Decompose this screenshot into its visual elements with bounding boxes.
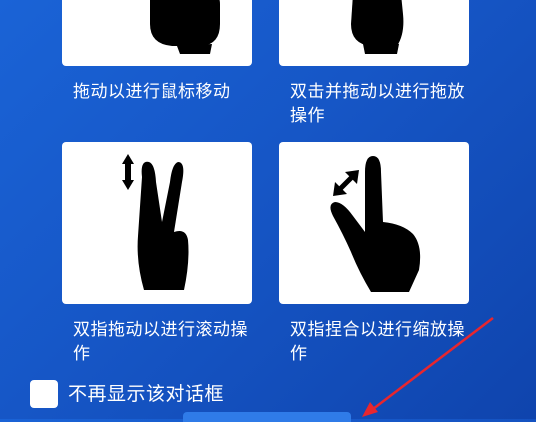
gesture-card-drag (62, 0, 252, 66)
confirm-button[interactable] (183, 412, 351, 422)
pinch-zoom-icon (330, 156, 421, 292)
dont-show-again-checkbox[interactable] (30, 380, 58, 408)
gesture-caption-two-finger-scroll: 双指拖动以进行滚动操作 (73, 320, 248, 364)
dont-show-again-label[interactable]: 不再显示该对话框 (68, 380, 224, 408)
gesture-caption-pinch-zoom: 双指捏合以进行缩放操作 (290, 320, 465, 364)
gesture-caption-drag: 拖动以进行鼠标移动 (73, 82, 231, 102)
one-finger-drag-icon (150, 0, 220, 54)
gesture-card-two-finger-scroll (62, 142, 252, 304)
double-tap-drag-icon (351, 0, 404, 54)
gesture-card-pinch-zoom (279, 142, 469, 304)
gesture-card-double-tap-drag (279, 0, 469, 66)
gesture-caption-double-tap-drag: 双击并拖动以进行拖放操作 (290, 82, 465, 126)
two-finger-scroll-icon (122, 154, 189, 290)
